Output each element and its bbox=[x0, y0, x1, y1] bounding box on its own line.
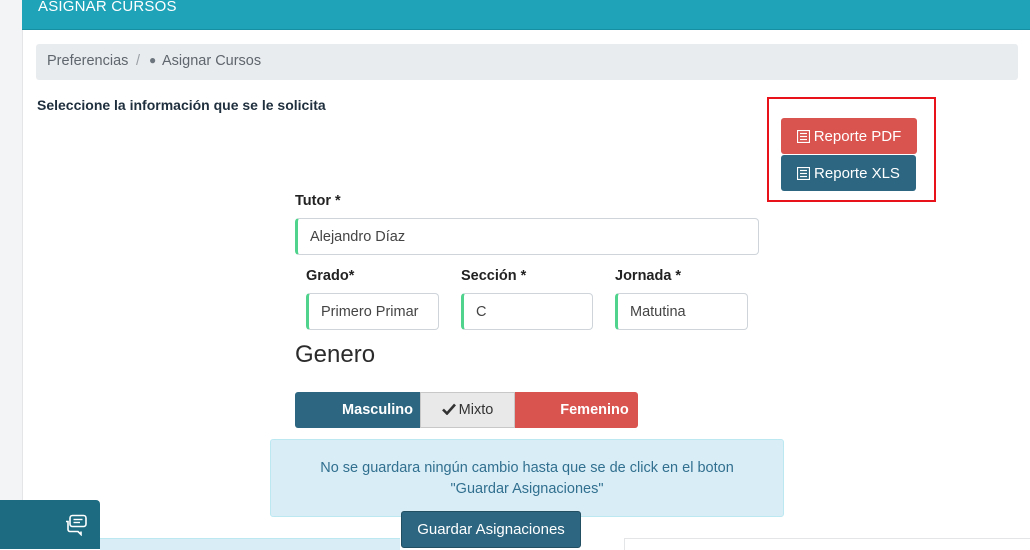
save-assignments-label: Guardar Asignaciones bbox=[417, 521, 565, 538]
instruction-text: Seleccione la información que se le soli… bbox=[37, 97, 326, 113]
report-xls-label: Reporte XLS bbox=[814, 164, 900, 182]
seccion-label: Sección * bbox=[461, 268, 527, 284]
breadcrumb-separator: / bbox=[136, 53, 141, 69]
report-pdf-button[interactable]: Reporte PDF bbox=[781, 118, 917, 154]
sidebar-edge bbox=[0, 0, 23, 549]
alert-line-2: "Guardar Asignaciones" bbox=[450, 481, 604, 497]
chat-bubbles-icon bbox=[66, 514, 87, 536]
genero-option-femenino[interactable]: Femenino bbox=[515, 392, 638, 428]
document-icon bbox=[797, 166, 811, 180]
info-alert: No se guardara ningún cambio hasta que s… bbox=[270, 439, 784, 517]
genero-option-label: Masculino bbox=[342, 402, 413, 418]
genero-option-mixto[interactable]: Mixto bbox=[420, 392, 515, 428]
report-xls-button[interactable]: Reporte XLS bbox=[781, 155, 916, 191]
chat-widget[interactable] bbox=[0, 500, 100, 549]
page-title: ASIGNAR CURSOS bbox=[38, 0, 177, 15]
check-icon bbox=[441, 403, 456, 415]
breadcrumb-item-preferencias[interactable]: Preferencias bbox=[47, 53, 128, 69]
bottom-panel-left bbox=[100, 538, 400, 550]
jornada-label: Jornada * bbox=[615, 268, 682, 284]
jornada-field[interactable] bbox=[615, 293, 748, 330]
page-header: ASIGNAR CURSOS bbox=[22, 0, 1030, 29]
bottom-panel-right bbox=[624, 538, 1030, 550]
breadcrumb: Preferencias / ● Asignar Cursos bbox=[36, 44, 1018, 80]
breadcrumb-item-asignar-cursos: Asignar Cursos bbox=[162, 53, 262, 69]
genero-option-masculino[interactable]: Masculino bbox=[295, 392, 420, 428]
grado-label: Grado* bbox=[306, 268, 355, 284]
seccion-field[interactable] bbox=[461, 293, 593, 330]
save-assignments-button[interactable]: Guardar Asignaciones bbox=[401, 511, 581, 548]
genero-title: Genero bbox=[295, 341, 376, 368]
report-pdf-label: Reporte PDF bbox=[813, 127, 902, 145]
genero-option-label: Femenino bbox=[560, 402, 629, 418]
document-icon bbox=[796, 129, 810, 143]
grado-field[interactable] bbox=[306, 293, 439, 330]
genero-option-label: Mixto bbox=[458, 402, 494, 418]
alert-line-1: No se guardara ningún cambio hasta que s… bbox=[320, 460, 734, 476]
tutor-label: Tutor * bbox=[295, 193, 341, 209]
tutor-field[interactable] bbox=[295, 218, 759, 255]
breadcrumb-dot-icon: ● bbox=[149, 53, 157, 67]
